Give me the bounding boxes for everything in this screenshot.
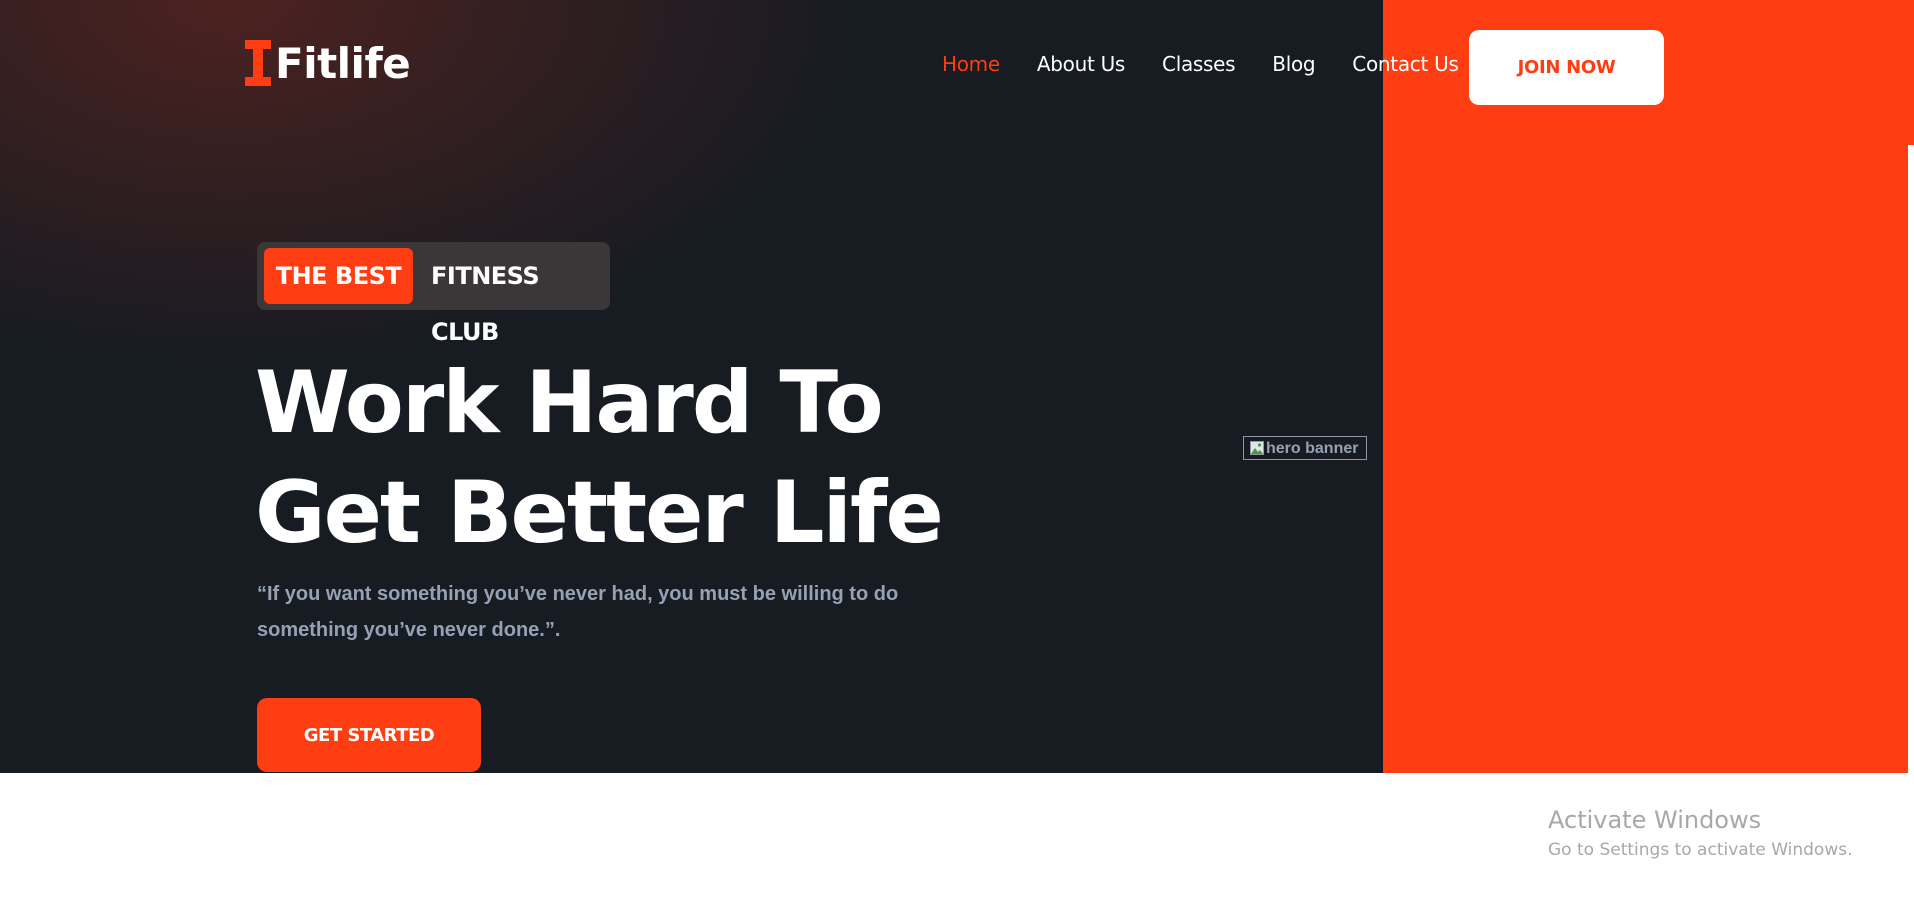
badge-highlight: THE BEST — [264, 248, 413, 304]
hero-section: Fitlife Home About Us Classes Blog Conta… — [0, 0, 1914, 773]
nav-item-home[interactable]: Home — [942, 52, 1000, 76]
brand-logo[interactable]: Fitlife — [245, 38, 411, 88]
hero-headline: Work Hard To Get Better Life — [255, 348, 944, 568]
hero-quote: “If you want something you’ve never had,… — [257, 583, 899, 641]
hero-banner-alt-text: hero banner — [1266, 440, 1359, 457]
nav-item-classes[interactable]: Classes — [1162, 52, 1236, 76]
watermark-title: Activate Windows — [1548, 806, 1762, 834]
windows-activation-watermark: Activate Windows Go to Settings to activ… — [1548, 806, 1853, 860]
get-started-button[interactable]: GET STARTED — [257, 698, 481, 772]
brand-name: Fitlife — [275, 38, 411, 88]
dumbbell-icon — [245, 40, 271, 86]
nav-item-contact-us[interactable]: Contact Us — [1352, 52, 1459, 76]
headline-line-1: Work Hard To — [255, 353, 884, 453]
watermark-subtitle: Go to Settings to activate Windows. — [1548, 840, 1853, 860]
join-now-button[interactable]: JOIN NOW — [1469, 30, 1664, 105]
badge-text: FITNESS CLUB — [431, 262, 540, 346]
hero-banner-image: hero banner — [1243, 436, 1367, 460]
main-nav: Home About Us Classes Blog Contact Us — [942, 52, 1496, 76]
hero-accent-panel — [1383, 0, 1914, 773]
nav-item-blog[interactable]: Blog — [1272, 52, 1315, 76]
broken-image-icon — [1250, 441, 1264, 455]
scrollbar-track[interactable] — [1908, 145, 1914, 773]
headline-line-2: Get Better Life — [255, 463, 944, 563]
nav-item-about-us[interactable]: About Us — [1037, 52, 1125, 76]
hero-badge: THE BEST FITNESS CLUB — [257, 242, 610, 346]
